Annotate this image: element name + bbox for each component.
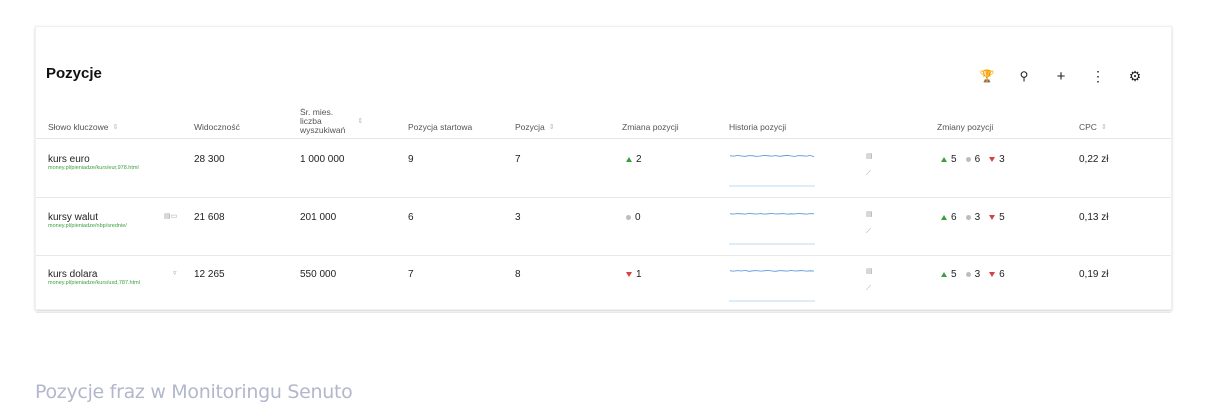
table-view-icon[interactable]: ▤ <box>866 267 876 285</box>
arrow-down-icon <box>989 157 996 162</box>
visibility-value: 28 300 <box>194 154 225 165</box>
arrow-up-icon <box>941 214 947 220</box>
no-change-icon <box>965 214 971 220</box>
cpc-value: 0,13 zł <box>1079 211 1109 223</box>
start-position-value: 6 <box>408 211 414 223</box>
card-title: Pozycje <box>46 65 102 82</box>
changes-up: 6 <box>951 211 957 223</box>
arrow-down-icon <box>989 272 996 277</box>
arrow-up-icon <box>626 157 632 162</box>
position-changes: 5 3 6 <box>941 269 1009 280</box>
sort-icon[interactable]: ⇕ <box>1101 123 1107 131</box>
arrow-down-icon <box>626 272 632 277</box>
position-history-sparkline[interactable] <box>729 208 815 246</box>
position-value: 7 <box>515 154 521 165</box>
changes-down: 3 <box>999 154 1005 165</box>
trophy-icon[interactable]: 🏆 <box>969 67 1005 85</box>
position-change-value: 0 <box>635 211 641 223</box>
col-keyword[interactable]: Słowo kluczowe ⇕ <box>48 122 118 132</box>
position-history-sparkline[interactable] <box>729 265 815 303</box>
changes-same: 3 <box>974 269 981 280</box>
sparkline-path <box>729 154 815 157</box>
volume-value: 550 000 <box>300 269 337 280</box>
position-change: 2 <box>626 154 642 165</box>
plus-icon[interactable]: + <box>1043 67 1079 85</box>
history-actions: ▤ ⟋ <box>866 152 876 188</box>
table-view-icon[interactable]: ▤ <box>866 210 876 228</box>
positions-card: Pozycje 🏆 ⚲ + ⋮ ⚙ Słowo kluczowe ⇕ Widocz… <box>35 26 1172 313</box>
sparkline-path <box>729 270 815 272</box>
position-value: 3 <box>515 211 521 223</box>
sort-icon[interactable]: ⇕ <box>549 123 555 131</box>
volume-value: 201 000 <box>300 211 337 223</box>
gear-icon[interactable]: ⚙ <box>1117 67 1153 85</box>
keyword-feature-icon[interactable]: ▿ <box>173 269 177 277</box>
sparkline-path <box>729 212 815 215</box>
visibility-value: 21 608 <box>194 211 225 223</box>
col-position[interactable]: Pozycja ⇕ <box>515 122 555 132</box>
no-change-icon <box>965 157 971 162</box>
table-header: Słowo kluczowe ⇕ Widoczność Śr. mies. lic… <box>36 108 1171 139</box>
keyword-text[interactable]: kurs euro <box>48 154 188 165</box>
col-start-position: Pozycja startowa <box>408 122 473 132</box>
col-changes: Zmiany pozycji <box>937 122 994 132</box>
col-volume[interactable]: Śr. mies. liczba wyszukiwań ⇕ <box>300 108 363 136</box>
changes-up: 5 <box>951 154 957 165</box>
position-change: 1 <box>626 269 642 280</box>
col-visibility: Widoczność <box>194 122 240 132</box>
changes-down: 5 <box>999 211 1005 223</box>
arrow-up-icon <box>941 157 947 162</box>
sort-icon[interactable]: ⇕ <box>112 123 118 131</box>
changes-same: 3 <box>974 211 981 223</box>
position-change: 0 <box>626 212 641 223</box>
table-row: kurs dolara money.pl/pieniadze/kurs/usd,… <box>36 255 1171 313</box>
position-change-value: 2 <box>636 154 642 165</box>
no-change-icon <box>965 272 971 277</box>
toolbar: 🏆 ⚲ + ⋮ ⚙ <box>968 67 1153 85</box>
keyword-url[interactable]: money.pl/pieniadze/kurs/usd,787.html <box>48 280 140 286</box>
col-cpc[interactable]: CPC ⇕ <box>1079 122 1107 132</box>
position-value: 8 <box>515 269 521 280</box>
col-history: Historia pozycji <box>729 122 787 132</box>
table-view-icon[interactable]: ▤ <box>866 152 876 170</box>
volume-value: 1 000 000 <box>300 154 345 165</box>
keyword-url[interactable]: money.pl/pieniadze/nbp/srednie/ <box>48 223 127 229</box>
table-row: kursy walut money.pl/pieniadze/nbp/sredn… <box>36 198 1171 256</box>
start-position-value: 9 <box>408 154 414 165</box>
keyword-cell: kurs dolara money.pl/pieniadze/kurs/usd,… <box>48 269 188 286</box>
sort-icon[interactable]: ⇕ <box>357 117 363 126</box>
history-actions: ▤ ⟋ <box>866 267 876 303</box>
visibility-value: 12 265 <box>194 269 225 280</box>
arrow-down-icon <box>989 214 996 220</box>
keyword-url[interactable]: money.pl/pieniadze/kurs/eur,978.html <box>48 165 139 171</box>
cpc-value: 0,22 zł <box>1079 154 1109 165</box>
col-change: Zmiana pozycji <box>622 122 679 132</box>
changes-same: 6 <box>974 154 981 165</box>
table-row: kurs euro money.pl/pieniadze/kurs/eur,97… <box>36 140 1171 198</box>
chart-view-icon[interactable]: ⟋ <box>866 170 876 188</box>
keyword-text[interactable]: kurs dolara <box>48 269 188 280</box>
position-history-sparkline[interactable] <box>729 150 815 188</box>
search-icon[interactable]: ⚲ <box>1006 67 1042 85</box>
position-changes: 6 3 5 <box>941 212 1009 223</box>
changes-up: 5 <box>951 269 957 280</box>
keyword-cell: kurs euro money.pl/pieniadze/kurs/eur,97… <box>48 154 188 171</box>
position-changes: 5 6 3 <box>941 154 1009 165</box>
chart-view-icon[interactable]: ⟋ <box>866 285 876 303</box>
history-actions: ▤ ⟋ <box>866 210 876 246</box>
chart-view-icon[interactable]: ⟋ <box>866 228 876 246</box>
caption: Pozycje fraz w Monitoringu Senuto <box>35 381 353 403</box>
cpc-value: 0,19 zł <box>1079 269 1109 280</box>
keyword-feature-icon[interactable]: ▤▭ <box>164 212 177 220</box>
changes-down: 6 <box>999 269 1005 280</box>
start-position-value: 7 <box>408 269 414 280</box>
arrow-up-icon <box>941 272 947 277</box>
position-change-value: 1 <box>636 269 642 280</box>
no-change-icon <box>626 214 631 220</box>
more-vertical-icon[interactable]: ⋮ <box>1080 67 1116 85</box>
